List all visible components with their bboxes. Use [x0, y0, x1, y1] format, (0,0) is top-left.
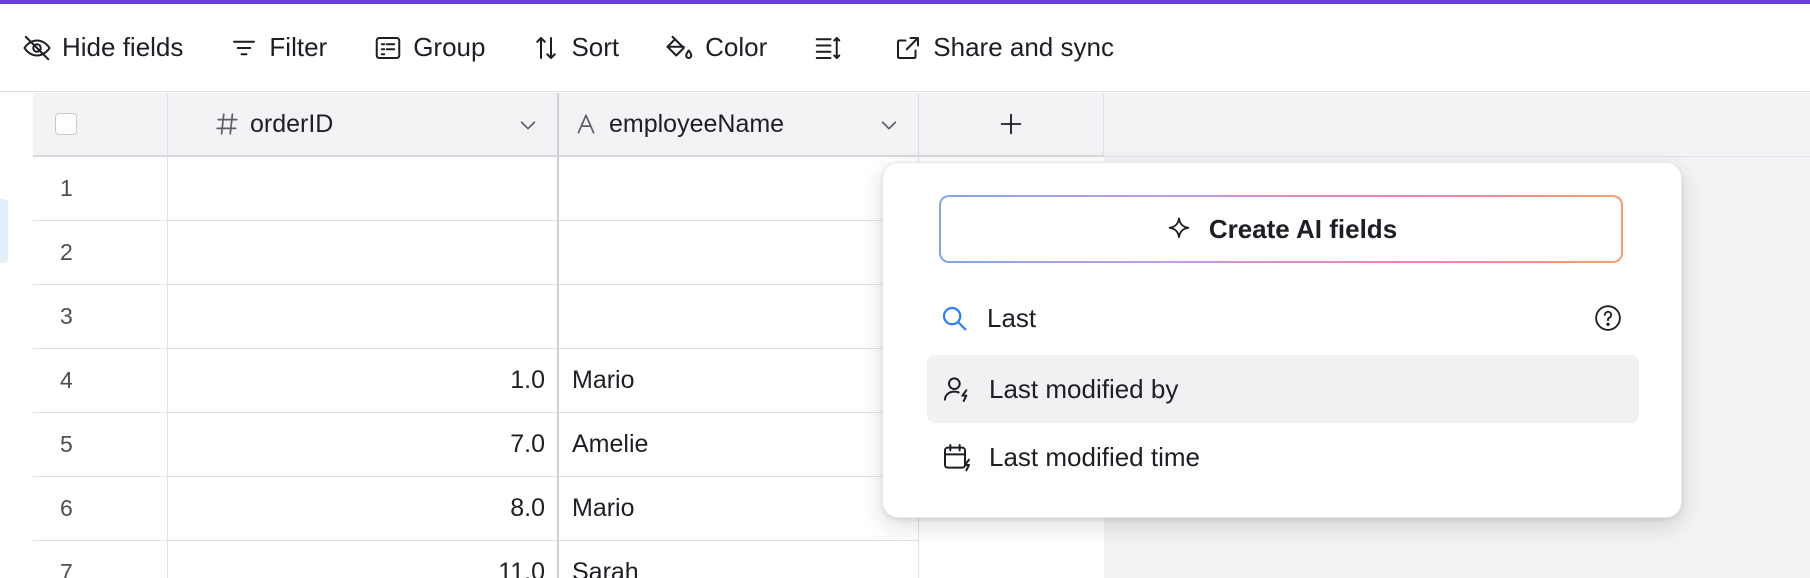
table-row[interactable]: 7 11.0 Sarah — [33, 541, 919, 578]
row-number: 7 — [33, 541, 168, 578]
row-number: 6 — [33, 477, 168, 541]
option-last-modified-time[interactable]: Last modified time — [927, 423, 1639, 491]
cell-employeename[interactable]: Sarah — [559, 541, 919, 578]
column-header-orderid[interactable]: orderID — [168, 93, 559, 157]
create-ai-fields-inner: Create AI fields — [941, 197, 1621, 261]
option-last-modified-by[interactable]: Last modified by — [927, 355, 1639, 423]
select-all-checkbox[interactable] — [55, 113, 77, 135]
group-label: Group — [413, 32, 486, 62]
cell-employeename[interactable] — [559, 285, 919, 349]
row-number: 3 — [33, 285, 168, 349]
option-label: Last modified time — [989, 441, 1200, 472]
cell-orderid[interactable] — [168, 157, 559, 221]
color-button[interactable]: Color — [657, 26, 775, 70]
search-icon — [942, 306, 967, 331]
table-row[interactable]: 5 7.0 Amelie — [33, 413, 919, 477]
row-number: 5 — [33, 413, 168, 477]
row-number: 1 — [33, 157, 168, 221]
filter-label: Filter — [269, 32, 328, 62]
eye-off-icon — [23, 35, 51, 60]
cell-orderid[interactable] — [168, 221, 559, 285]
sparkle-icon — [1168, 217, 1190, 239]
share-sync-label: Share and sync — [933, 32, 1114, 62]
row-height-button[interactable] — [805, 26, 851, 70]
column-name-employeename: employeeName — [609, 109, 785, 138]
row-height-icon — [816, 36, 841, 59]
user-bolt-icon — [944, 377, 968, 402]
cell-orderid[interactable]: 11.0 — [168, 541, 559, 578]
cell-employeename[interactable] — [559, 221, 919, 285]
cell-orderid[interactable]: 1.0 — [168, 349, 559, 413]
column-header-employeename[interactable]: employeeName — [559, 93, 919, 157]
chevron-down-icon[interactable] — [517, 114, 539, 136]
calendar-bolt-icon — [944, 444, 970, 472]
cell-employeename[interactable] — [559, 157, 919, 221]
cell-orderid[interactable]: 8.0 — [168, 477, 559, 541]
create-ai-fields-label: Create AI fields — [1208, 213, 1398, 244]
color-label: Color — [705, 32, 768, 62]
chevron-down-icon[interactable] — [878, 114, 900, 136]
grid-header-empty — [1104, 93, 1810, 157]
field-type-search — [939, 291, 1623, 345]
table-row[interactable]: 1 — [33, 157, 919, 221]
cell-employeename[interactable]: Mario — [559, 477, 919, 541]
filter-icon — [233, 40, 256, 55]
table-row[interactable]: 3 — [33, 285, 919, 349]
cell-orderid[interactable]: 7.0 — [168, 413, 559, 477]
hide-fields-button[interactable]: Hide fields — [14, 26, 191, 70]
cell-orderid[interactable] — [168, 285, 559, 349]
row-number: 4 — [33, 349, 168, 413]
table-row[interactable]: 6 8.0 Mario — [33, 477, 919, 541]
paint-bucket-icon — [666, 35, 693, 59]
table-row[interactable]: 4 1.0 Mario — [33, 349, 919, 413]
left-rail-indicator — [0, 199, 8, 263]
group-button[interactable]: Group — [365, 26, 493, 70]
option-label: Last modified by — [989, 373, 1179, 404]
sort-label: Sort — [571, 32, 620, 62]
view-toolbar: Hide fields Filter Group Sort Color Shar… — [0, 4, 1810, 92]
sort-icon — [536, 36, 557, 59]
hide-fields-label: Hide fields — [62, 32, 184, 62]
filter-button[interactable]: Filter — [221, 26, 335, 70]
left-rail — [0, 93, 34, 578]
column-name-orderid: orderID — [250, 109, 334, 138]
cell-employeename[interactable]: Mario — [559, 349, 919, 413]
hash-icon — [216, 113, 238, 135]
sort-button[interactable]: Sort — [523, 26, 627, 70]
table-row[interactable]: 2 — [33, 221, 919, 285]
row-number: 2 — [33, 221, 168, 285]
select-all-header — [33, 93, 168, 157]
share-sync-button[interactable]: Share and sync — [885, 26, 1122, 70]
external-link-icon — [897, 36, 920, 59]
create-ai-fields-button[interactable]: Create AI fields — [939, 195, 1623, 263]
add-field-button[interactable] — [919, 93, 1104, 157]
plus-icon — [1000, 113, 1022, 135]
help-icon[interactable] — [1593, 303, 1623, 333]
group-icon — [375, 36, 401, 59]
field-type-search-input[interactable] — [987, 302, 1547, 334]
add-field-popup: Create AI fields Last modified by Last m… — [882, 162, 1682, 518]
cell-employeename[interactable]: Amelie — [559, 413, 919, 477]
text-icon — [577, 114, 595, 134]
